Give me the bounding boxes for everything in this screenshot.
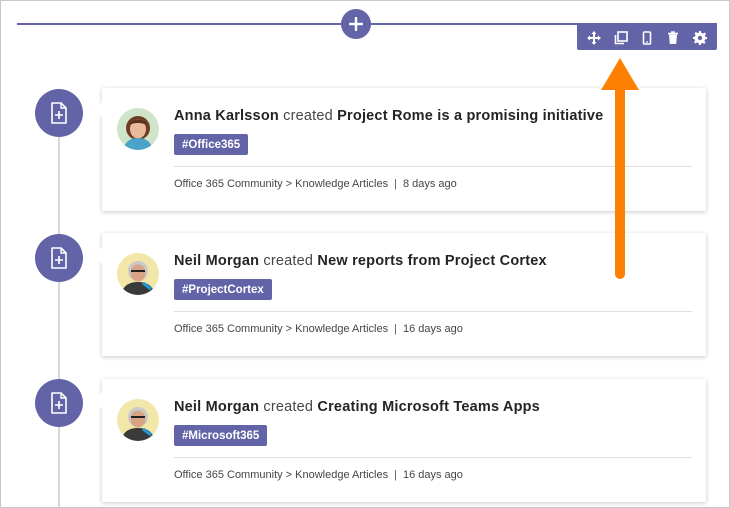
- avatar: [117, 108, 159, 150]
- mobile-view-button[interactable]: [636, 27, 658, 49]
- add-page-icon: [51, 392, 67, 414]
- delete-icon: [668, 30, 679, 44]
- annotation-arrow-icon: [601, 58, 639, 279]
- location-link[interactable]: Office 365 Community > Knowledge Article…: [174, 323, 388, 335]
- location-link[interactable]: Office 365 Community > Knowledge Article…: [174, 178, 388, 190]
- timeline-page-icon: [35, 379, 83, 427]
- meta-separator: |: [394, 469, 397, 481]
- author-name[interactable]: Anna Karlsson: [174, 108, 279, 124]
- timeline-page-icon: [35, 234, 83, 282]
- card-meta: Office 365 Community > Knowledge Article…: [174, 323, 463, 335]
- settings-icon: [692, 30, 707, 45]
- timestamp: 16 days ago: [402, 323, 463, 335]
- activity-title: Neil Morgan created Creating Microsoft T…: [174, 399, 696, 415]
- avatar: [117, 253, 159, 295]
- duplicate-icon: [614, 30, 628, 44]
- webpart-frame: Anna Karlsson created Project Rome is a …: [0, 0, 730, 508]
- plus-icon: [349, 17, 363, 31]
- article-title-link[interactable]: Creating Microsoft Teams Apps: [317, 399, 540, 415]
- card-divider: [174, 457, 692, 458]
- duplicate-button[interactable]: [610, 27, 632, 49]
- activity-verb: created: [263, 253, 314, 269]
- delete-button[interactable]: [662, 27, 684, 49]
- feed-card: Neil Morgan created Creating Microsoft T…: [94, 379, 706, 502]
- hashtag-badge[interactable]: #ProjectCortex: [174, 279, 272, 300]
- add-page-icon: [51, 102, 67, 124]
- settings-button[interactable]: [689, 27, 711, 49]
- meta-separator: |: [394, 323, 397, 335]
- timestamp: 16 days ago: [402, 469, 463, 481]
- hashtag-badge[interactable]: #Office365: [174, 134, 249, 155]
- article-title-link[interactable]: New reports from Project Cortex: [317, 253, 546, 269]
- move-icon: [587, 30, 602, 45]
- article-title-link[interactable]: Project Rome is a promising initiative: [337, 108, 603, 124]
- webpart-toolbar: [577, 25, 717, 50]
- move-button[interactable]: [583, 27, 605, 49]
- avatar: [117, 399, 159, 441]
- author-name[interactable]: Neil Morgan: [174, 399, 259, 415]
- timeline-page-icon: [35, 89, 83, 137]
- card-meta: Office 365 Community > Knowledge Article…: [174, 469, 463, 481]
- timestamp: 8 days ago: [402, 178, 457, 190]
- card-divider: [174, 311, 692, 312]
- add-section-button[interactable]: [341, 9, 371, 39]
- activity-verb: created: [283, 108, 333, 124]
- add-page-icon: [51, 247, 67, 269]
- meta-separator: |: [394, 178, 397, 190]
- author-name[interactable]: Neil Morgan: [174, 253, 259, 269]
- activity-verb: created: [263, 399, 314, 415]
- card-meta: Office 365 Community > Knowledge Article…: [174, 178, 457, 190]
- hashtag-badge[interactable]: #Microsoft365: [174, 425, 268, 446]
- location-link[interactable]: Office 365 Community > Knowledge Article…: [174, 469, 388, 481]
- timeline-line: [58, 111, 60, 507]
- mobile-icon: [642, 30, 652, 45]
